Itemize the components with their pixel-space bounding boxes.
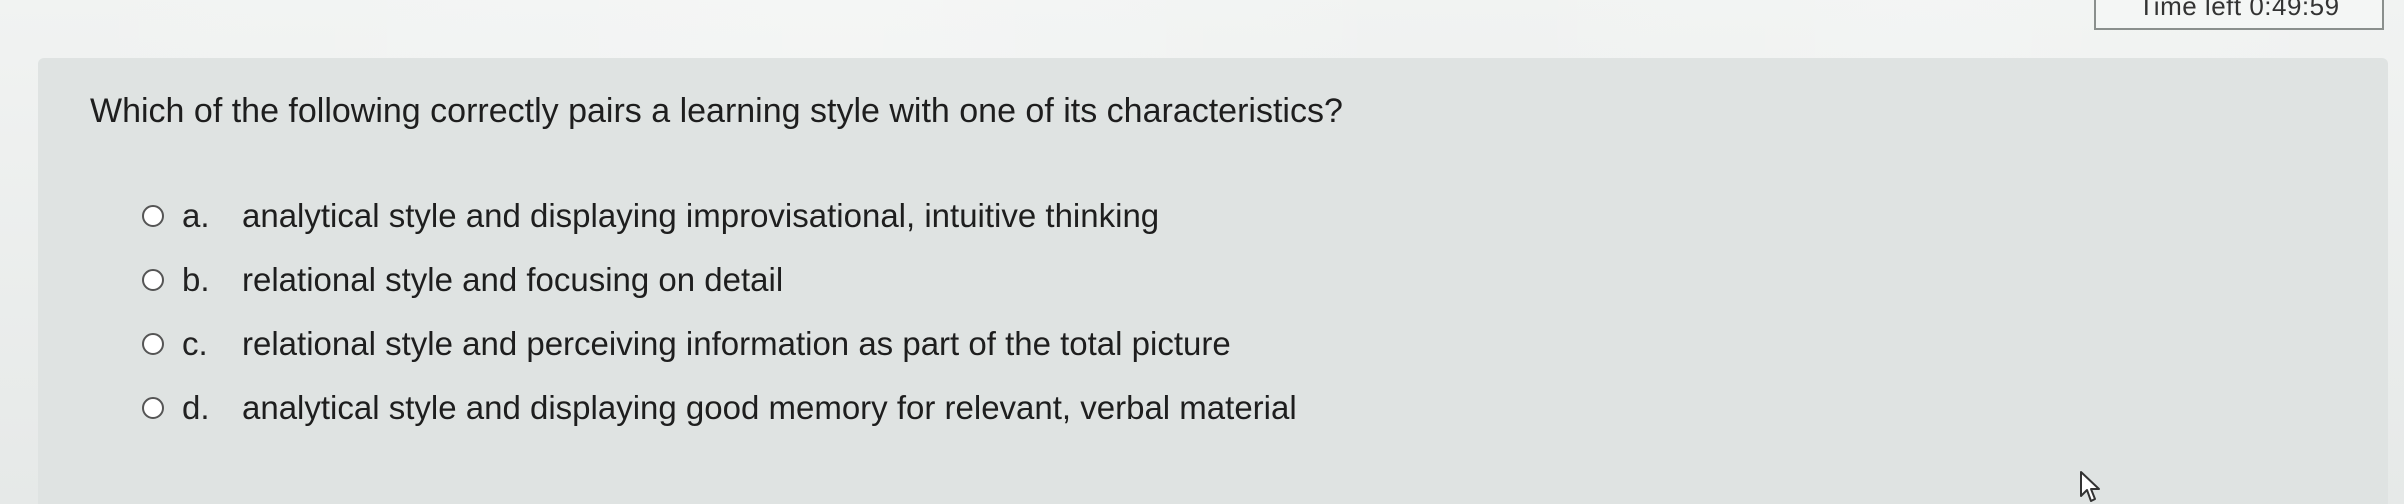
question-panel: Which of the following correctly pairs a… — [38, 58, 2388, 504]
answer-text[interactable]: analytical style and displaying improvis… — [242, 197, 1159, 235]
radio-unselected-icon[interactable] — [142, 269, 164, 291]
question-text: Which of the following correctly pairs a… — [90, 92, 1343, 130]
answer-option-d[interactable]: d. analytical style and displaying good … — [142, 376, 2336, 440]
time-left-text: Time left 0:49:59 — [2138, 0, 2340, 21]
answer-letter: d. — [182, 389, 210, 426]
radio-unselected-icon[interactable] — [142, 333, 164, 355]
answer-option-c[interactable]: c. relational style and perceiving infor… — [142, 312, 2336, 376]
quiz-page: Time left 0:49:59 Which of the following… — [0, 0, 2404, 504]
answer-text[interactable]: relational style and perceiving informat… — [242, 325, 1231, 363]
answer-letter: a. — [182, 197, 210, 234]
answer-letter: b. — [182, 261, 210, 298]
mouse-pointer-icon — [2080, 471, 2100, 502]
time-left-box: Time left 0:49:59 — [2094, 0, 2384, 30]
answer-text[interactable]: analytical style and displaying good mem… — [242, 389, 1297, 427]
answer-letter: c. — [182, 325, 208, 362]
answer-option-a[interactable]: a. analytical style and displaying impro… — [142, 184, 2336, 248]
answer-list: a. analytical style and displaying impro… — [90, 184, 2336, 440]
answer-option-b[interactable]: b. relational style and focusing on deta… — [142, 248, 2336, 312]
radio-unselected-icon[interactable] — [142, 397, 164, 419]
answer-text[interactable]: relational style and focusing on detail — [242, 261, 783, 299]
radio-unselected-icon[interactable] — [142, 205, 164, 227]
